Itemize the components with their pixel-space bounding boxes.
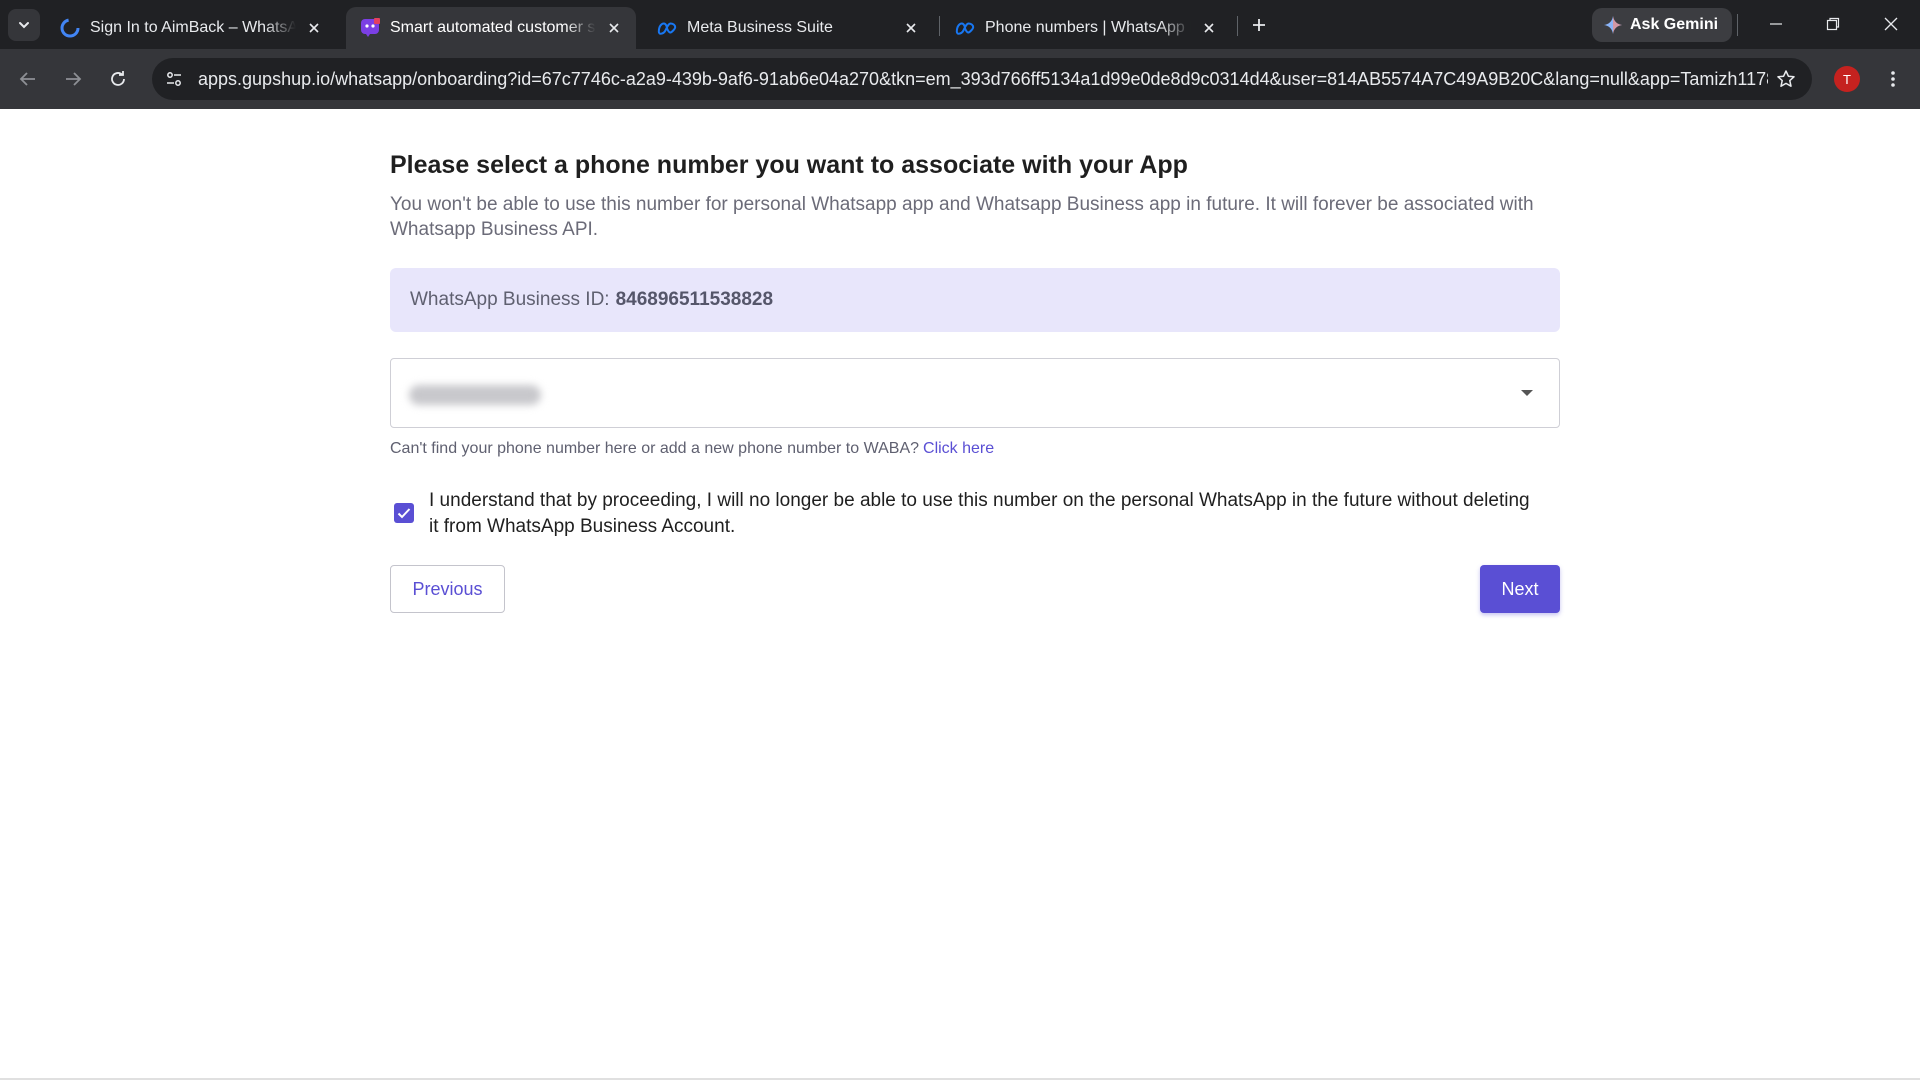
close-icon[interactable] [1199, 18, 1219, 38]
tab-phone-numbers[interactable]: Phone numbers | WhatsApp Manager [941, 7, 1231, 49]
browser-menu-button[interactable] [1876, 62, 1910, 96]
toolbar-separator [1737, 14, 1738, 36]
site-info-icon[interactable] [156, 61, 192, 97]
aimback-icon [60, 18, 80, 38]
profile-avatar[interactable]: T [1834, 66, 1860, 92]
browser-toolbar: apps.gupshup.io/whatsapp/onboarding?id=6… [0, 49, 1920, 109]
page-title: Please select a phone number you want to… [390, 151, 1188, 179]
plus-icon [1253, 19, 1265, 31]
close-icon [1884, 17, 1898, 31]
restore-icon [1826, 17, 1840, 31]
tab-aimback[interactable]: Sign In to AimBack – WhatsApp [46, 7, 336, 49]
restore-button[interactable] [1813, 6, 1853, 42]
redacted-phone-number [409, 385, 541, 405]
page-subtitle: You won't be able to use this number for… [390, 194, 1534, 240]
forward-button[interactable] [56, 62, 90, 96]
tab-separator [939, 16, 940, 36]
dropdown-caret-icon [1521, 390, 1533, 396]
reload-button[interactable] [101, 62, 135, 96]
url-text[interactable]: apps.gupshup.io/whatsapp/onboarding?id=6… [198, 69, 1768, 90]
meta-icon [657, 18, 677, 38]
address-bar[interactable]: apps.gupshup.io/whatsapp/onboarding?id=6… [152, 58, 1812, 100]
arrow-left-icon [19, 72, 35, 86]
close-window-button[interactable] [1871, 6, 1911, 42]
close-icon[interactable] [901, 18, 921, 38]
tab-separator [1237, 16, 1238, 36]
minimize-button[interactable] [1756, 6, 1796, 42]
close-icon[interactable] [304, 18, 324, 38]
consent-checkbox[interactable] [394, 503, 414, 523]
tab-title: Smart automated customer support [390, 19, 596, 36]
phone-number-select[interactable] [390, 358, 1560, 428]
gemini-sparkle-icon [1604, 16, 1622, 34]
tab-title: Meta Business Suite [687, 19, 833, 36]
close-icon[interactable] [604, 18, 624, 38]
chat-bot-icon [360, 18, 380, 38]
tab-meta-business-suite[interactable]: Meta Business Suite [643, 7, 933, 49]
next-button[interactable]: Next [1480, 565, 1560, 613]
back-button[interactable] [11, 62, 45, 96]
bookmark-star-icon[interactable] [1768, 61, 1804, 97]
tab-title: Sign In to AimBack – WhatsApp [90, 19, 296, 36]
ask-gemini-button[interactable]: Ask Gemini [1592, 8, 1733, 42]
arrow-right-icon [66, 72, 82, 86]
waba-info-box: WhatsApp Business ID: 846896511538828 [390, 268, 1560, 332]
kebab-menu-icon [1891, 71, 1895, 87]
new-tab-button[interactable] [1243, 9, 1275, 41]
checkmark-icon [397, 508, 411, 519]
tab-smart-support[interactable]: Smart automated customer support [346, 7, 636, 49]
browser-tab-strip: Sign In to AimBack – WhatsApp Smart auto… [0, 0, 1920, 49]
helper-text: Can't find your phone number here or add… [390, 440, 994, 458]
meta-icon [955, 18, 975, 38]
reload-icon [111, 71, 125, 86]
tab-title: Phone numbers | WhatsApp Manager [985, 19, 1191, 36]
consent-label[interactable]: I understand that by proceeding, I will … [429, 488, 1539, 540]
waba-id-value: 846896511538828 [615, 289, 774, 310]
gemini-label: Ask Gemini [1630, 16, 1719, 33]
waba-label: WhatsApp Business ID: [410, 289, 610, 310]
helper-message: Can't find your phone number here or add… [390, 440, 920, 457]
click-here-link[interactable]: Click here [923, 440, 994, 457]
tab-search-button[interactable] [8, 9, 40, 41]
chevron-down-icon [19, 22, 29, 29]
previous-button[interactable]: Previous [390, 565, 505, 613]
minimize-icon [1770, 23, 1782, 25]
